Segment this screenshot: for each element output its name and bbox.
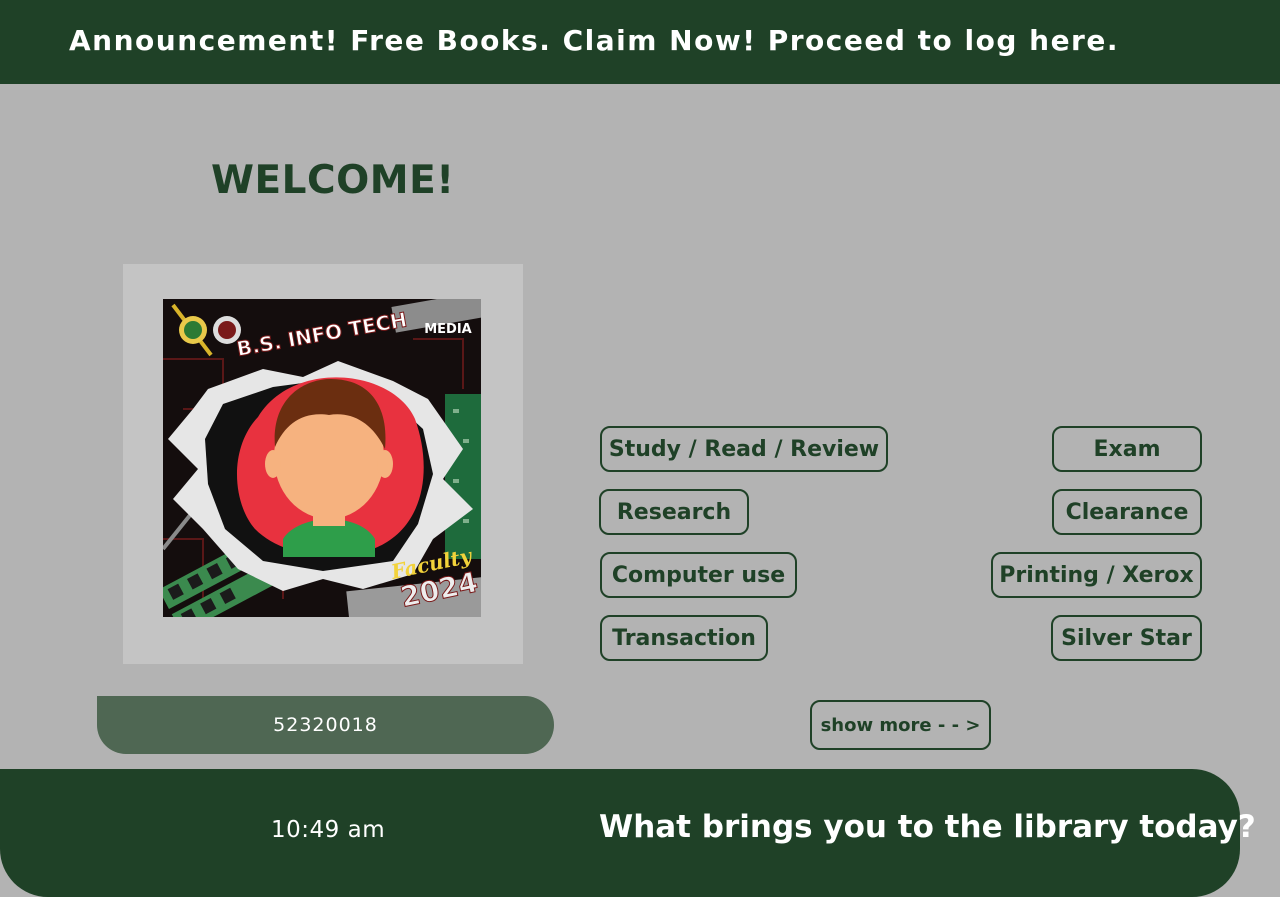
announcement-text[interactable]: Announcement! Free Books. Claim Now! Pro…: [69, 24, 1119, 57]
purpose-printing-button[interactable]: Printing / Xerox: [991, 552, 1202, 598]
purpose-clearance-button[interactable]: Clearance: [1052, 489, 1202, 535]
clock: 10:49 am: [271, 817, 386, 843]
purpose-exam-button[interactable]: Exam: [1052, 426, 1202, 472]
welcome-heading: WELCOME!: [211, 158, 455, 203]
purpose-silver-star-button[interactable]: Silver Star: [1051, 615, 1202, 661]
library-question: What brings you to the library today?: [599, 809, 1256, 845]
purpose-research-button[interactable]: Research: [599, 489, 749, 535]
show-more-button[interactable]: show more - - >: [810, 700, 991, 750]
profile-photo: B.S. INFO TECH MEDIA Faculty 2024: [163, 299, 481, 617]
announcement-bar[interactable]: Announcement! Free Books. Claim Now! Pro…: [0, 0, 1280, 84]
purpose-computer-button[interactable]: Computer use: [600, 552, 797, 598]
profile-photo-frame: B.S. INFO TECH MEDIA Faculty 2024: [123, 264, 523, 664]
purpose-study-button[interactable]: Study / Read / Review: [600, 426, 888, 472]
purpose-transaction-button[interactable]: Transaction: [600, 615, 768, 661]
user-id-display: 52320018: [97, 696, 554, 754]
badge-media: MEDIA: [424, 322, 472, 337]
bottom-bar: 10:49 am What brings you to the library …: [0, 769, 1256, 897]
